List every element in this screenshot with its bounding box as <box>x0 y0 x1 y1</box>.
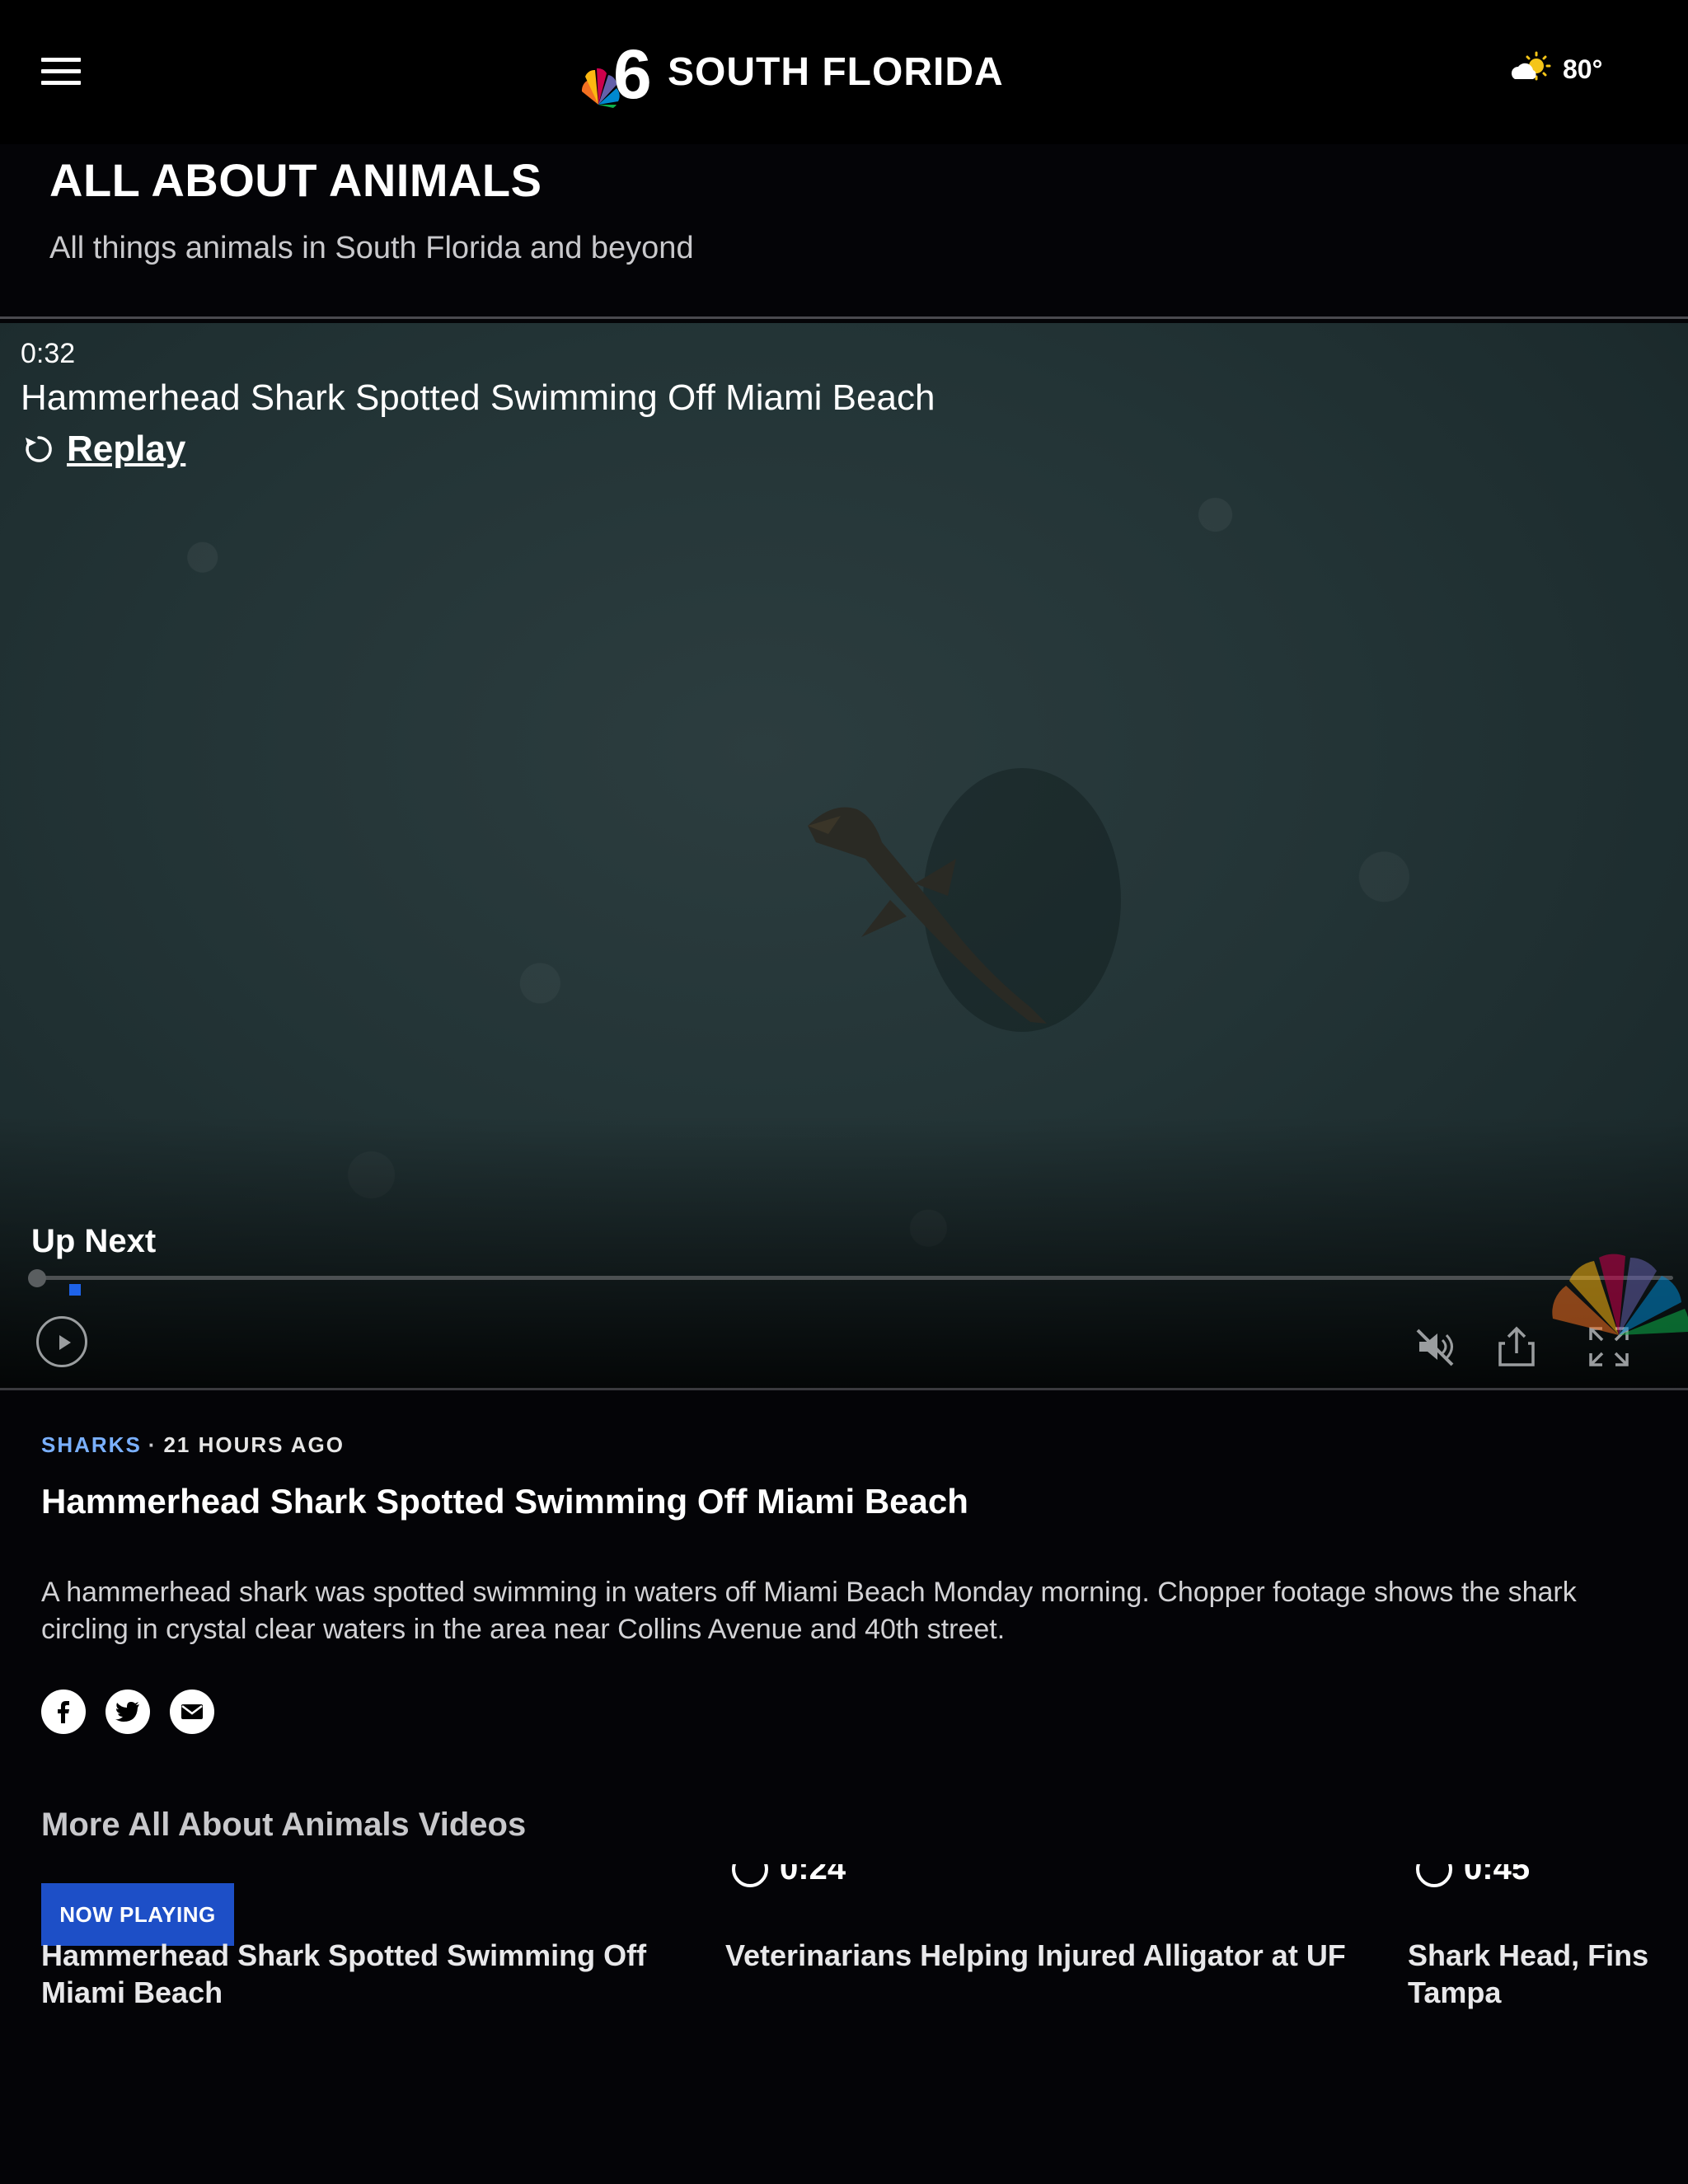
nbc-peacock-watermark <box>1552 1254 1688 1335</box>
article-title: Hammerhead Shark Spotted Swimming Off Mi… <box>41 1482 968 1521</box>
nbc6-logo[interactable]: 6 SOUTH FLORIDA <box>577 35 1004 109</box>
share-icon <box>1498 1326 1535 1366</box>
meta-separator: · <box>148 1432 157 1457</box>
replay-label: Replay <box>67 429 186 469</box>
header-divider <box>0 316 1688 319</box>
shark-footage-image <box>808 768 1121 1032</box>
twitter-icon <box>115 1702 139 1722</box>
buffer-marker <box>69 1284 81 1296</box>
twitter-share-button[interactable] <box>106 1690 150 1734</box>
mute-button[interactable] <box>1411 1322 1461 1371</box>
up-next-label: Up Next <box>31 1223 157 1259</box>
station-name: SOUTH FLORIDA <box>668 49 1004 94</box>
weather-temperature: 80° <box>1563 54 1603 84</box>
article-description: A hammerhead shark was spotted swimming … <box>41 1577 1577 1645</box>
muted-speaker-icon <box>1416 1329 1454 1366</box>
share-video-button[interactable] <box>1492 1322 1541 1371</box>
video-card-duration: 0:24 <box>732 1864 846 1887</box>
video-player[interactable]: 0:32 Hammerhead Shark Spotted Swimming O… <box>0 323 1688 1388</box>
video-card-duration-text: 0:24 <box>780 1864 846 1886</box>
top-bar: 6 SOUTH FLORIDA 80° <box>0 0 1688 144</box>
more-videos-heading: More All About Animals Videos <box>41 1807 527 1843</box>
email-share-button[interactable] <box>170 1690 214 1734</box>
video-card-title[interactable]: Veterinarians Helping Injured Alligator … <box>725 1937 1385 1974</box>
category-link[interactable]: SHARKS <box>41 1432 142 1457</box>
video-divider <box>0 1388 1688 1390</box>
page-subtitle: All things animals in South Florida and … <box>49 231 694 265</box>
video-card-title[interactable]: Shark Head, Fins Tampa <box>1408 1937 1672 2011</box>
page-title: ALL ABOUT ANIMALS <box>49 154 542 206</box>
article-meta: SHARKS · 21 HOURS AGO <box>41 1432 345 1458</box>
menu-icon[interactable] <box>41 58 81 86</box>
play-button[interactable] <box>36 1316 87 1367</box>
facebook-share-button[interactable] <box>41 1690 86 1734</box>
facebook-icon <box>58 1701 69 1723</box>
timestamp: 21 HOURS AGO <box>163 1432 345 1457</box>
svg-text:6: 6 <box>613 35 652 108</box>
partly-sunny-icon <box>1511 51 1551 81</box>
video-duration: 0:32 <box>21 338 76 369</box>
video-card-title[interactable]: Hammerhead Shark Spotted Swimming Off Mi… <box>41 1937 684 2011</box>
replay-button[interactable]: Replay <box>21 429 185 470</box>
progress-track[interactable] <box>33 1276 1673 1280</box>
play-circle-icon <box>1416 1864 1452 1887</box>
play-circle-icon <box>732 1864 768 1887</box>
weather-widget[interactable]: 80° <box>1508 51 1602 87</box>
video-title: Hammerhead Shark Spotted Swimming Off Mi… <box>21 377 935 418</box>
video-card-duration-text: 0:45 <box>1464 1864 1531 1886</box>
peacock-6-icon: 6 <box>581 35 652 108</box>
replay-icon <box>26 436 52 462</box>
video-card-duration: 0:45 <box>1416 1864 1530 1887</box>
email-icon <box>181 1704 203 1719</box>
progress-scrubber[interactable] <box>28 1269 46 1287</box>
